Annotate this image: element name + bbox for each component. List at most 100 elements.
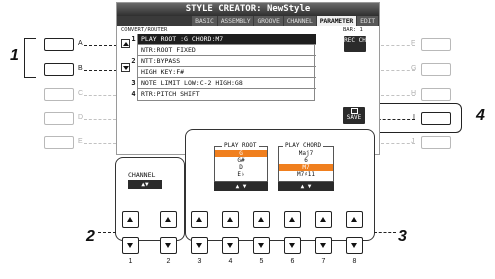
side-button-c-label: C [78, 90, 84, 97]
side-button-h-label: H [411, 90, 417, 97]
down-arrow-icon [289, 243, 295, 248]
play-root-option[interactable]: D [215, 164, 267, 171]
up-arrow-icon [227, 217, 233, 222]
side-button-e[interactable] [44, 136, 74, 149]
side-button-b[interactable] [44, 63, 74, 76]
row-number: 4 [131, 90, 136, 98]
play-chord-option[interactable]: M7♯11 [279, 171, 333, 178]
button-number: 6 [290, 258, 295, 265]
down-button-3[interactable] [191, 237, 208, 254]
down-button-5[interactable] [253, 237, 270, 254]
row-number: 2 [131, 57, 136, 65]
down-arrow-icon [227, 243, 233, 248]
button-number: 2 [166, 258, 171, 265]
up-button-1[interactable] [122, 211, 139, 228]
down-button-1[interactable] [122, 237, 139, 254]
up-arrow-icon [127, 217, 133, 222]
parameter-row-play-root[interactable]: PLAY ROOT :G CHORD:M7 [138, 34, 316, 45]
play-root-arrows[interactable]: ▲ ▼ [214, 182, 268, 191]
side-button-e-label: E [78, 138, 83, 145]
tab-channel[interactable]: CHANNEL [283, 16, 316, 26]
channel-panel [115, 157, 185, 241]
callout-3: 3 [398, 228, 407, 245]
side-button-h[interactable] [421, 88, 451, 101]
down-button-4[interactable] [222, 237, 239, 254]
row-number [129, 45, 138, 56]
side-button-c-leader [84, 95, 116, 96]
up-button-5[interactable] [253, 211, 270, 228]
side-button-g[interactable] [421, 63, 451, 76]
parameter-row-rtr[interactable]: RTR:PITCH SHIFT [138, 89, 316, 100]
row-number: 3 [131, 79, 136, 87]
play-root-label: PLAY ROOT [222, 142, 259, 149]
down-button-6[interactable] [284, 237, 301, 254]
tab-basic[interactable]: BASIC [192, 16, 217, 26]
side-button-f[interactable] [421, 38, 451, 51]
down-arrow-icon [320, 243, 326, 248]
screen-title: STYLE CREATOR: NewStyle [117, 3, 379, 16]
tab-assembly[interactable]: ASSEMBLY [217, 16, 254, 26]
bar-indicator: BAR: 1 [343, 27, 363, 33]
channel-arrows[interactable]: ▲▼ [128, 180, 162, 189]
callout-1: 1 [10, 47, 19, 64]
down-button-8[interactable] [346, 237, 363, 254]
up-button-7[interactable] [315, 211, 332, 228]
play-root-option[interactable]: G# [215, 157, 267, 164]
tab-edit[interactable]: EDIT [357, 16, 378, 26]
side-button-d[interactable] [44, 112, 74, 125]
down-arrow-icon [165, 243, 171, 248]
down-arrow-icon [258, 243, 264, 248]
side-button-c[interactable] [44, 88, 74, 101]
play-root-option[interactable]: G [215, 150, 267, 157]
side-button-h-leader [381, 95, 415, 96]
callout-2-leader [98, 232, 116, 233]
up-button-2[interactable] [160, 211, 177, 228]
up-arrow-icon [289, 217, 295, 222]
side-button-d-label: D [78, 114, 84, 121]
play-chord-option[interactable]: Maj7 [279, 150, 333, 157]
section-header: CONVERT/ROUTER [121, 27, 168, 33]
side-button-a[interactable] [44, 38, 74, 51]
button-number: 8 [352, 258, 357, 265]
tab-groove[interactable]: GROOVE [254, 16, 283, 26]
play-chord-label: PLAY CHORD [283, 142, 324, 149]
down-arrow-icon [127, 243, 133, 248]
down-arrow-icon [351, 243, 357, 248]
side-button-f-label: F [411, 40, 416, 47]
play-root-menu: G G# D E♭ [214, 146, 268, 182]
parameter-row-ntt[interactable]: NTT:BYPASS [138, 56, 316, 67]
up-arrow-icon [320, 217, 326, 222]
button-number: 3 [197, 258, 202, 265]
up-arrow-icon [165, 217, 171, 222]
side-button-e-leader [84, 143, 116, 144]
side-button-b-label: B [78, 65, 83, 72]
up-arrow-icon [258, 217, 264, 222]
tab-parameter[interactable]: PARAMETER [316, 16, 357, 26]
parameter-row-note-limit[interactable]: NOTE LIMIT LOW:C-2 HIGH:G8 [138, 78, 316, 89]
up-button-8[interactable] [346, 211, 363, 228]
parameter-row-high-key[interactable]: HIGH KEY:F# [138, 67, 316, 78]
play-chord-option[interactable]: M7 [279, 164, 333, 171]
side-button-g-label: G [411, 65, 417, 72]
side-button-g-leader [381, 70, 415, 71]
down-button-7[interactable] [315, 237, 332, 254]
up-button-4[interactable] [222, 211, 239, 228]
play-chord-option[interactable]: 6 [279, 157, 333, 164]
button-number: 1 [128, 258, 133, 265]
play-root-option[interactable]: E♭ [215, 171, 267, 178]
side-button-j[interactable] [421, 136, 451, 149]
up-button-3[interactable] [191, 211, 208, 228]
button-number: 7 [321, 258, 326, 265]
save-button[interactable]: SAVE [343, 107, 365, 124]
rec-ch-button[interactable]: REC CH [344, 36, 366, 52]
down-button-2[interactable] [160, 237, 177, 254]
play-chord-arrows[interactable]: ▲ ▼ [278, 182, 334, 191]
save-label: SAVE [346, 114, 362, 121]
side-button-f-leader [381, 45, 415, 46]
callout-2: 2 [86, 228, 95, 245]
button-number: 5 [259, 258, 264, 265]
parameter-row-ntr[interactable]: NTR:ROOT FIXED [138, 45, 316, 56]
tab-bar: BASIC ASSEMBLY GROOVE CHANNEL PARAMETER … [117, 16, 379, 26]
up-arrow-icon [351, 217, 357, 222]
up-button-6[interactable] [284, 211, 301, 228]
